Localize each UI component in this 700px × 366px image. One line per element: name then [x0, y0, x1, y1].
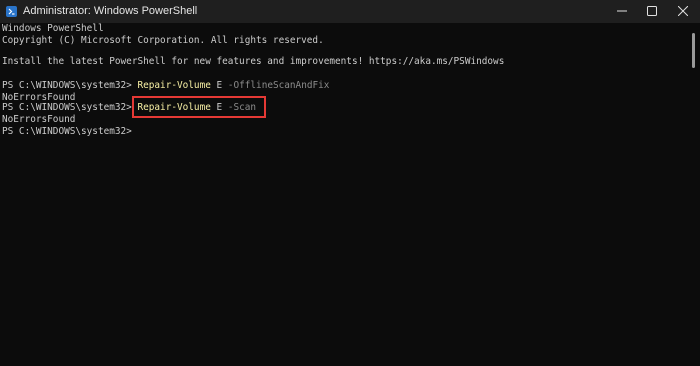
copyright-line: Copyright (C) Microsoft Corporation. All…	[2, 35, 324, 46]
minimize-button[interactable]	[607, 0, 637, 23]
highlight-box	[132, 96, 266, 118]
maximize-button[interactable]	[637, 0, 667, 23]
powershell-icon[interactable]	[6, 6, 17, 17]
output-line-2: NoErrorsFound	[2, 114, 76, 125]
scroll-thumb[interactable]	[692, 33, 695, 68]
parameter: -OfflineScanAndFix	[227, 80, 330, 91]
console-header-line: Windows PowerShell	[2, 23, 104, 34]
title-bar[interactable]: Administrator: Windows PowerShell	[0, 0, 700, 23]
maximize-icon	[647, 6, 657, 16]
prompt: PS C:\WINDOWS\system32>	[2, 102, 132, 113]
close-button[interactable]	[668, 0, 698, 23]
scrollbar[interactable]	[688, 23, 700, 366]
prompt: PS C:\WINDOWS\system32>	[2, 80, 132, 91]
install-message-line: Install the latest PowerShell for new fe…	[2, 56, 505, 67]
window-title: Administrator: Windows PowerShell	[23, 5, 198, 17]
current-prompt-line[interactable]: PS C:\WINDOWS\system32>	[2, 126, 132, 138]
close-icon	[678, 6, 688, 16]
argument: E	[216, 80, 223, 91]
cmdlet: Repair-Volume	[137, 80, 211, 91]
command-line-1: PS C:\WINDOWS\system32> Repair-Volume E …	[2, 80, 329, 92]
console-output[interactable]: Windows PowerShell Copyright (C) Microso…	[0, 23, 688, 366]
minimize-icon	[617, 10, 627, 12]
